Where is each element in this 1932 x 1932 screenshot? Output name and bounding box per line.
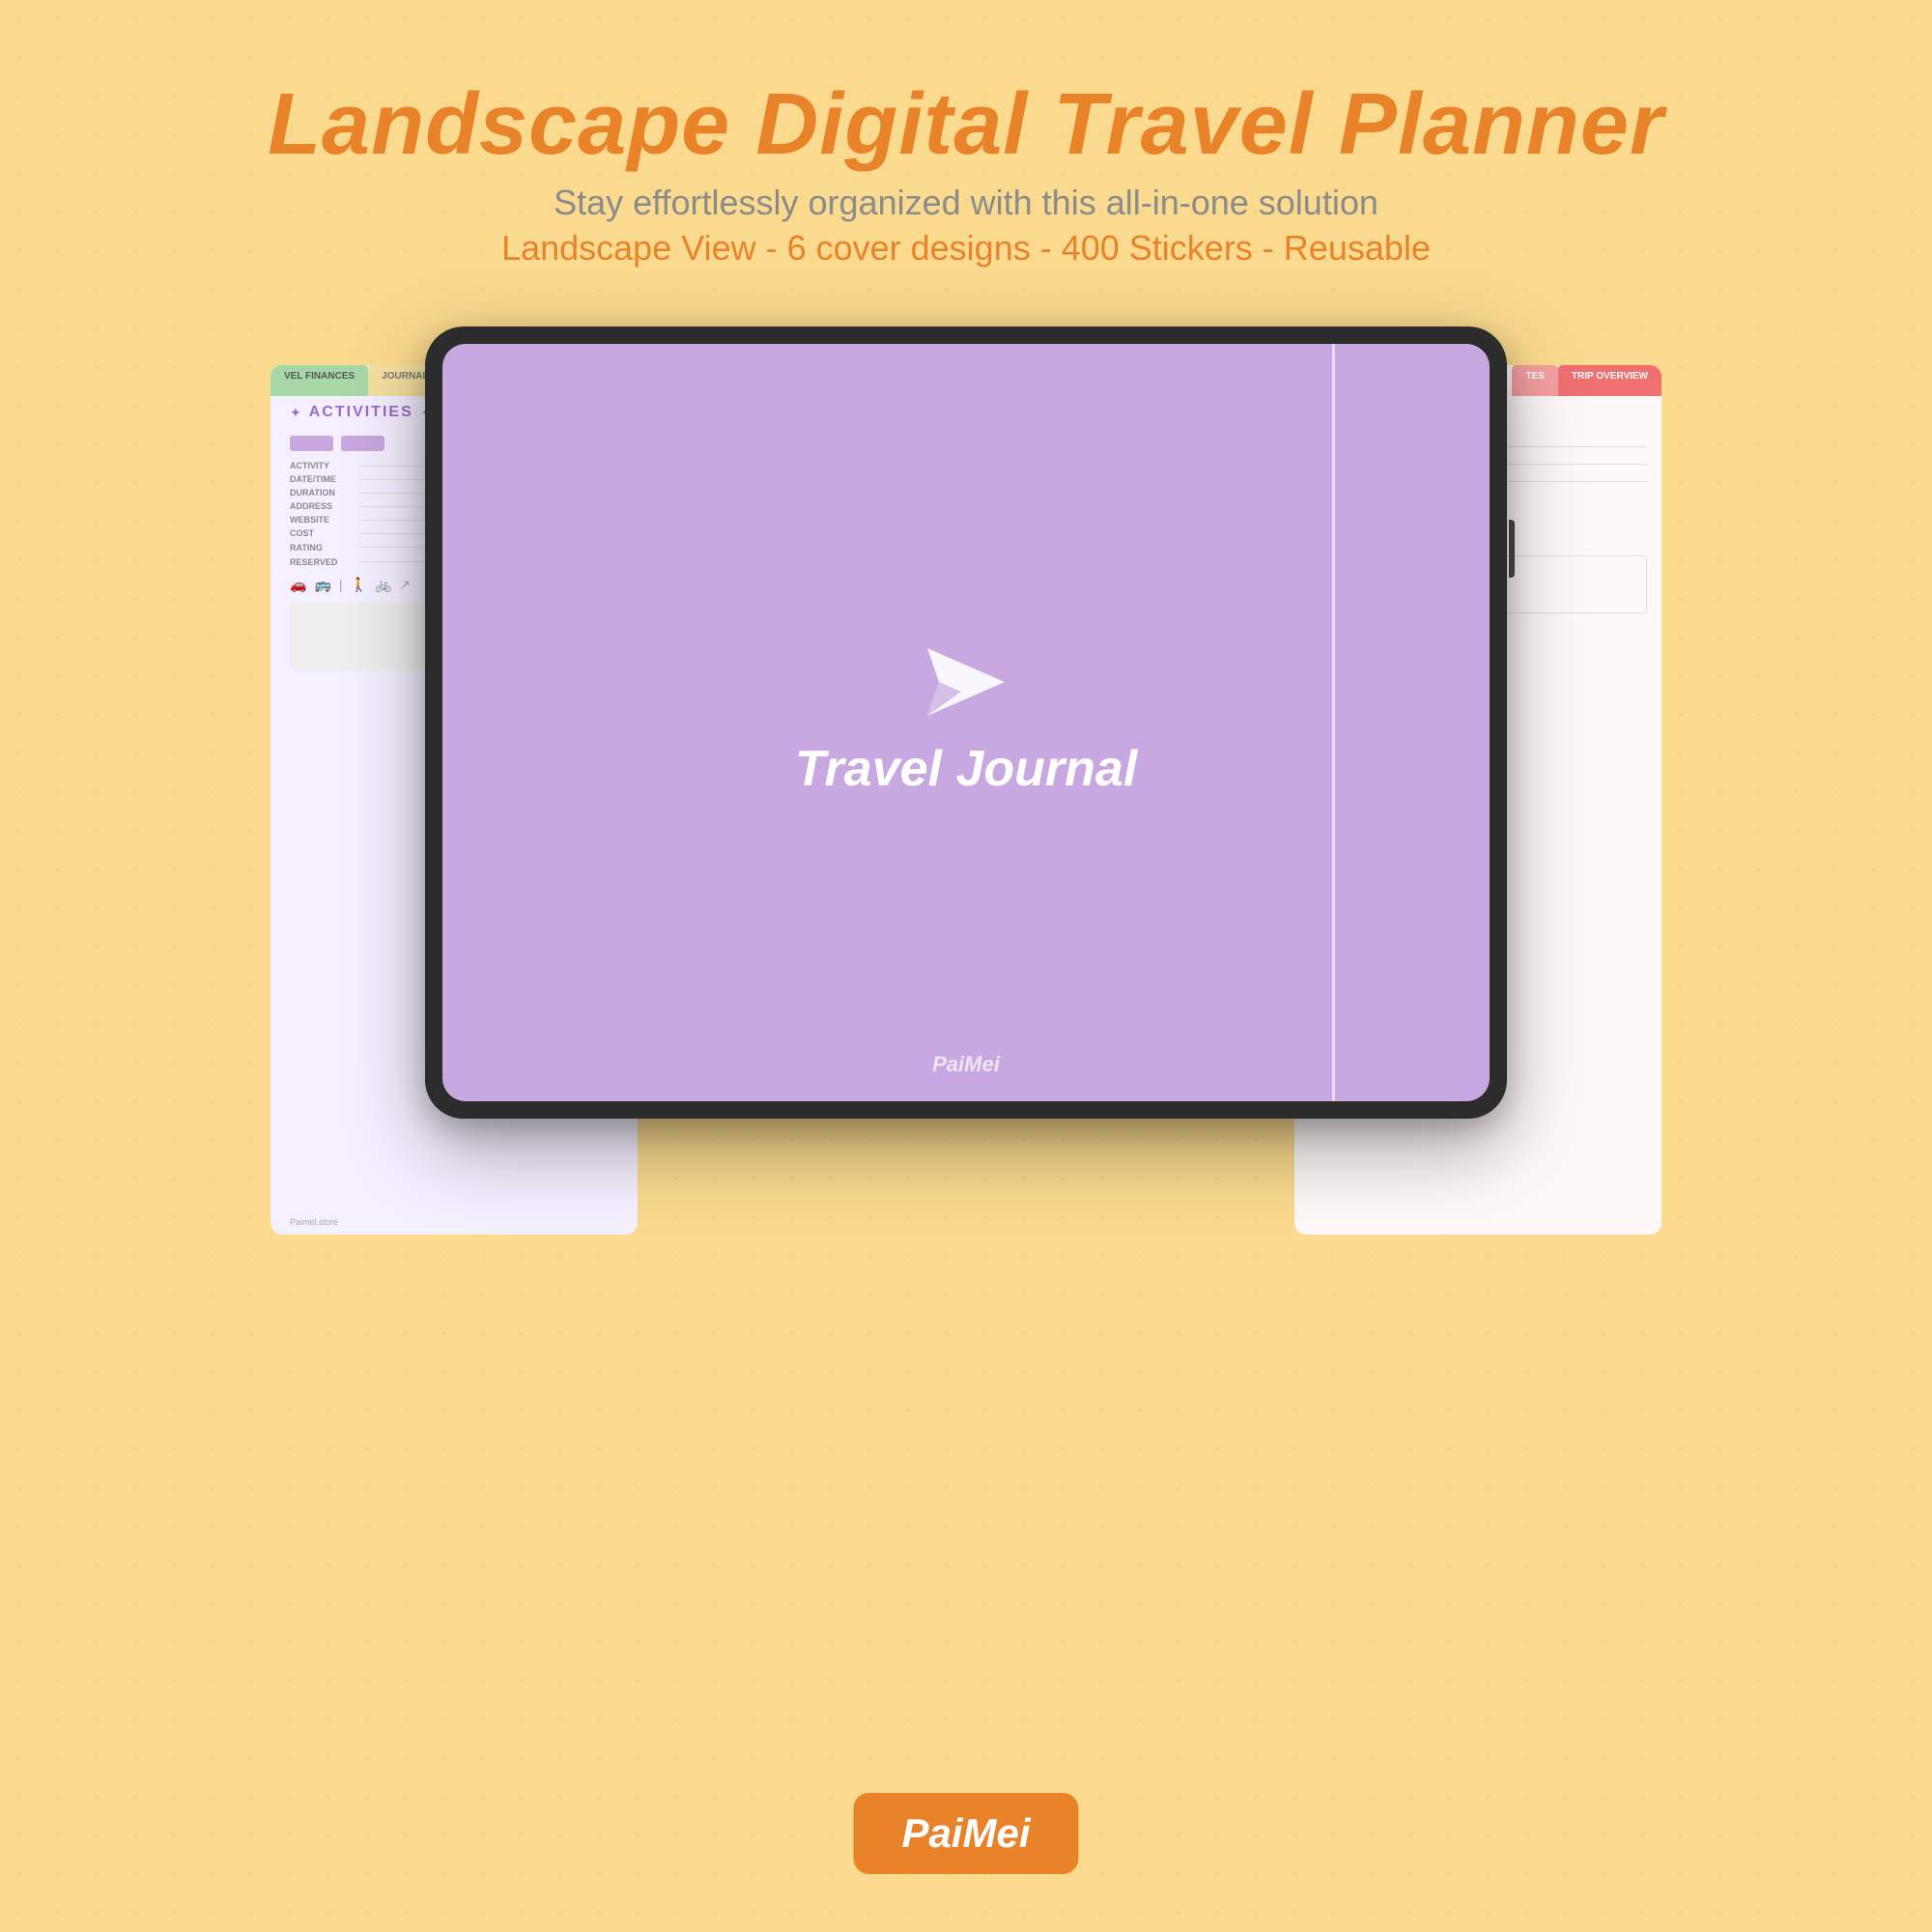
tab-notes[interactable]: TES: [1512, 365, 1557, 396]
purple-btn[interactable]: [290, 436, 333, 451]
reserved-label: RESERVED: [290, 557, 353, 567]
activity-label: ACTIVITY: [290, 461, 353, 470]
tablet-wrapper: VEL FINANCES JOURNAL ✦ ACTIVITIES ✦ ACTI…: [290, 327, 1642, 1341]
bottom-badge: PaiMei: [853, 1793, 1078, 1874]
duration-label: DURATION: [290, 488, 353, 497]
website-label: WEBSITE: [290, 515, 353, 525]
paper-plane-icon: [927, 648, 1005, 721]
left-brand: Paimel.store: [290, 1217, 338, 1227]
purple-btn-2[interactable]: [341, 436, 384, 451]
page-wrapper: Landscape Digital Travel Planner Stay ef…: [0, 0, 1932, 1932]
sparkle-left-icon: ✦: [290, 405, 301, 421]
walk-icon: 🚶: [351, 577, 367, 593]
divider-icon: |: [339, 577, 343, 593]
screen-brand: PaiMei: [932, 1052, 1000, 1077]
address-label: ADDRESS: [290, 501, 353, 511]
bike-icon: 🚲: [375, 577, 391, 593]
cost-label: COST: [290, 528, 353, 538]
subtitle-1: Stay effortlessly organized with this al…: [268, 183, 1664, 223]
bottom-badge-text: PaiMei: [901, 1810, 1030, 1856]
activities-title: ACTIVITIES: [309, 404, 413, 421]
subtitle-2: Landscape View - 6 cover designs - 400 S…: [268, 228, 1664, 269]
datetime-label: DATE/TIME: [290, 474, 353, 484]
screen-divider: [1332, 344, 1335, 1101]
bus-icon: 🚌: [314, 577, 330, 593]
tablet-device: Travel Journal PaiMei: [425, 327, 1507, 1119]
rating-label: RATING: [290, 543, 353, 553]
arrow-icon: ↗: [399, 577, 411, 593]
header-section: Landscape Digital Travel Planner Stay ef…: [268, 77, 1664, 269]
tablet-side-button: [1509, 520, 1515, 578]
travel-journal-title: Travel Journal: [795, 740, 1138, 798]
tablet-screen: Travel Journal PaiMei: [442, 344, 1490, 1101]
tab-finances[interactable]: VEL FINANCES: [270, 365, 368, 396]
main-title: Landscape Digital Travel Planner: [268, 77, 1664, 173]
tab-trip-overview[interactable]: TRIP OVERVIEW: [1558, 365, 1662, 396]
car-icon: 🚗: [290, 577, 306, 593]
